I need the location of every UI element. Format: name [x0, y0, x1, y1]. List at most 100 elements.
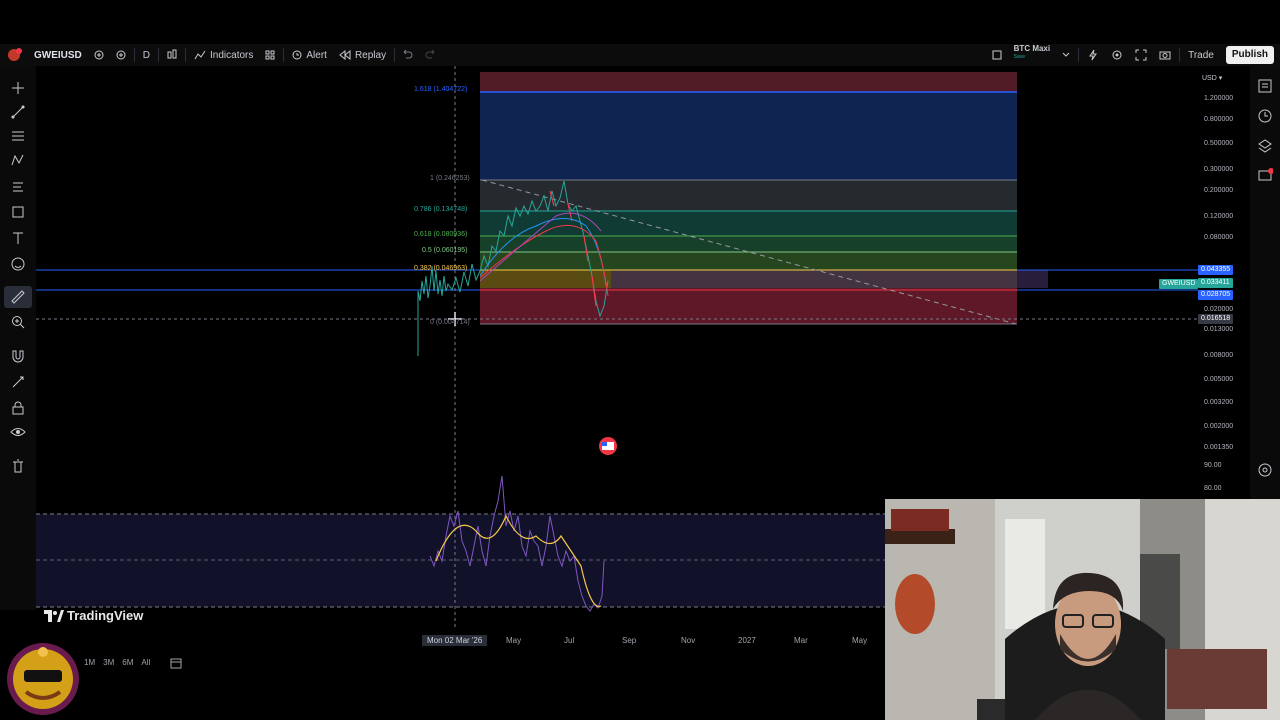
redo-icon [425, 50, 435, 59]
time-tick-label: May [506, 636, 522, 645]
fib-level-label: 1.618 (1.404722) [414, 86, 468, 93]
fib-zone-green [480, 236, 1017, 252]
webcam-picture [885, 499, 1280, 720]
price-tick-label: 0.800000 [1204, 116, 1234, 123]
measure-tool-active[interactable] [4, 286, 32, 308]
undo-icon [403, 50, 413, 59]
undo-button[interactable] [397, 44, 419, 66]
candles-icon [167, 49, 177, 59]
range-button-1m[interactable]: 1M [84, 658, 95, 667]
user-avatar-button[interactable] [0, 44, 28, 66]
webcam-video [885, 499, 1280, 720]
camera-icon [1159, 51, 1171, 60]
zoom-in-icon[interactable] [10, 314, 26, 330]
layout-save-label: Save [1013, 54, 1026, 60]
magnet-icon[interactable] [10, 348, 26, 364]
fib-level-label: 0 (0.004714) [430, 319, 470, 326]
range-button-3m[interactable]: 3M [103, 658, 114, 667]
price-tag: 0.028705 [1198, 290, 1234, 300]
trash-icon[interactable] [10, 458, 26, 474]
lock-icon[interactable] [10, 400, 26, 416]
publish-button[interactable]: Publish [1225, 46, 1274, 64]
symbol-search-button[interactable]: GWEIUSD [28, 44, 88, 66]
symbol-price-tag: GWEIUSD [1159, 279, 1199, 289]
rewind-icon [339, 50, 351, 60]
settings-button[interactable] [1105, 44, 1129, 66]
trade-button[interactable]: Trade [1182, 44, 1220, 66]
fib-retracement-icon[interactable] [10, 128, 26, 144]
publish-button-wrap: Publish [1220, 44, 1280, 66]
shapes-icon[interactable] [10, 204, 26, 220]
toolbar-divider [133, 48, 135, 62]
templates-button[interactable] [259, 44, 281, 66]
range-button-6m[interactable]: 6M [122, 658, 133, 667]
quick-search-button[interactable] [1081, 44, 1105, 66]
highlight-box [611, 270, 1048, 288]
layout-dropdown-button[interactable] [1056, 44, 1076, 66]
fib-level-label: 1 (0.246253) [430, 175, 470, 182]
currency-label: USD [1202, 75, 1217, 82]
price-tick-label: 0.500000 [1204, 140, 1234, 147]
time-tick-label: May [852, 636, 868, 645]
emoji-icon[interactable] [10, 256, 26, 272]
trend-line-icon[interactable] [10, 104, 26, 120]
fullscreen-button[interactable] [1129, 44, 1153, 66]
watchlist-icon[interactable] [1257, 78, 1273, 94]
replay-button[interactable]: Replay [333, 44, 392, 66]
toolbar-divider [185, 48, 187, 62]
range-button-all[interactable]: All [141, 658, 150, 667]
compare-button[interactable] [110, 44, 132, 66]
plus-circle-icon [116, 50, 126, 60]
target-icon[interactable] [1257, 462, 1273, 478]
layout-name: BTC Maxi [1013, 44, 1051, 53]
currency-selector[interactable]: USD ▾ [1202, 74, 1222, 82]
time-cursor-label: Mon 02 Mar '26 [422, 635, 488, 646]
layout-select-checkbox[interactable] [986, 44, 1008, 66]
price-tick-label: 0.080000 [1204, 234, 1234, 241]
toolbar-divider [158, 48, 160, 62]
fullscreen-icon [1135, 49, 1147, 61]
time-tick-label: 2027 [738, 636, 756, 645]
price-tick-label: 0.003200 [1204, 399, 1234, 406]
price-tick-label: 0.120000 [1204, 213, 1234, 220]
add-symbol-button[interactable] [88, 44, 110, 66]
watermark-text: TradingView [67, 608, 144, 623]
gear-icon [1112, 50, 1122, 60]
indicators-button[interactable]: Indicators [188, 44, 259, 66]
top-toolbar: GWEIUSD D Indicators Alert Replay BTC Ma… [0, 44, 1280, 66]
fib-level-label: 0.618 (0.080936) [414, 231, 468, 238]
chevron-down-icon [1062, 52, 1070, 57]
crosshair-icon[interactable] [10, 80, 26, 96]
alarm-clock-icon[interactable] [1257, 108, 1273, 124]
fib-zone-blue [480, 92, 1017, 180]
price-tick-label: 0.200000 [1204, 187, 1234, 194]
redo-button[interactable] [419, 44, 441, 66]
alert-label: Alert [306, 49, 327, 61]
forecast-icon[interactable] [10, 178, 26, 194]
top-black-band [0, 0, 1280, 44]
economic-event-marker[interactable] [599, 437, 617, 455]
stay-in-drawing-icon[interactable] [10, 374, 26, 390]
chart-type-button[interactable] [161, 44, 183, 66]
replay-label: Replay [354, 49, 387, 61]
chat-icon[interactable] [1257, 168, 1273, 184]
snapshot-button[interactable] [1153, 44, 1177, 66]
eye-icon[interactable] [10, 424, 26, 440]
price-chart-pane[interactable]: 1.618 (1.404722) 1 (0.246253) 0.786 (0.134… [36, 66, 1198, 456]
pattern-icon[interactable] [10, 152, 26, 168]
fib-level-label: 0.5 (0.060195) [422, 247, 468, 254]
tradingview-logo-icon [44, 609, 64, 622]
price-tick-label: 1.200000 [1204, 95, 1234, 102]
interval-button[interactable]: D [137, 44, 156, 66]
tradingview-watermark: TradingView [44, 608, 143, 623]
time-tick-label: Nov [681, 636, 696, 645]
fib-level-label: 0.382 (0.046963) [414, 265, 468, 272]
symbol-label: GWEIUSD [34, 49, 82, 61]
layers-icon[interactable] [1257, 138, 1273, 154]
layout-menu-button[interactable]: BTC Maxi Save [1008, 44, 1056, 66]
time-tick-label: Jul [564, 636, 575, 645]
price-tick-label: 0.001350 [1204, 444, 1234, 451]
calendar-icon[interactable] [170, 657, 182, 669]
text-icon[interactable] [10, 230, 26, 246]
alert-button[interactable]: Alert [286, 44, 333, 66]
